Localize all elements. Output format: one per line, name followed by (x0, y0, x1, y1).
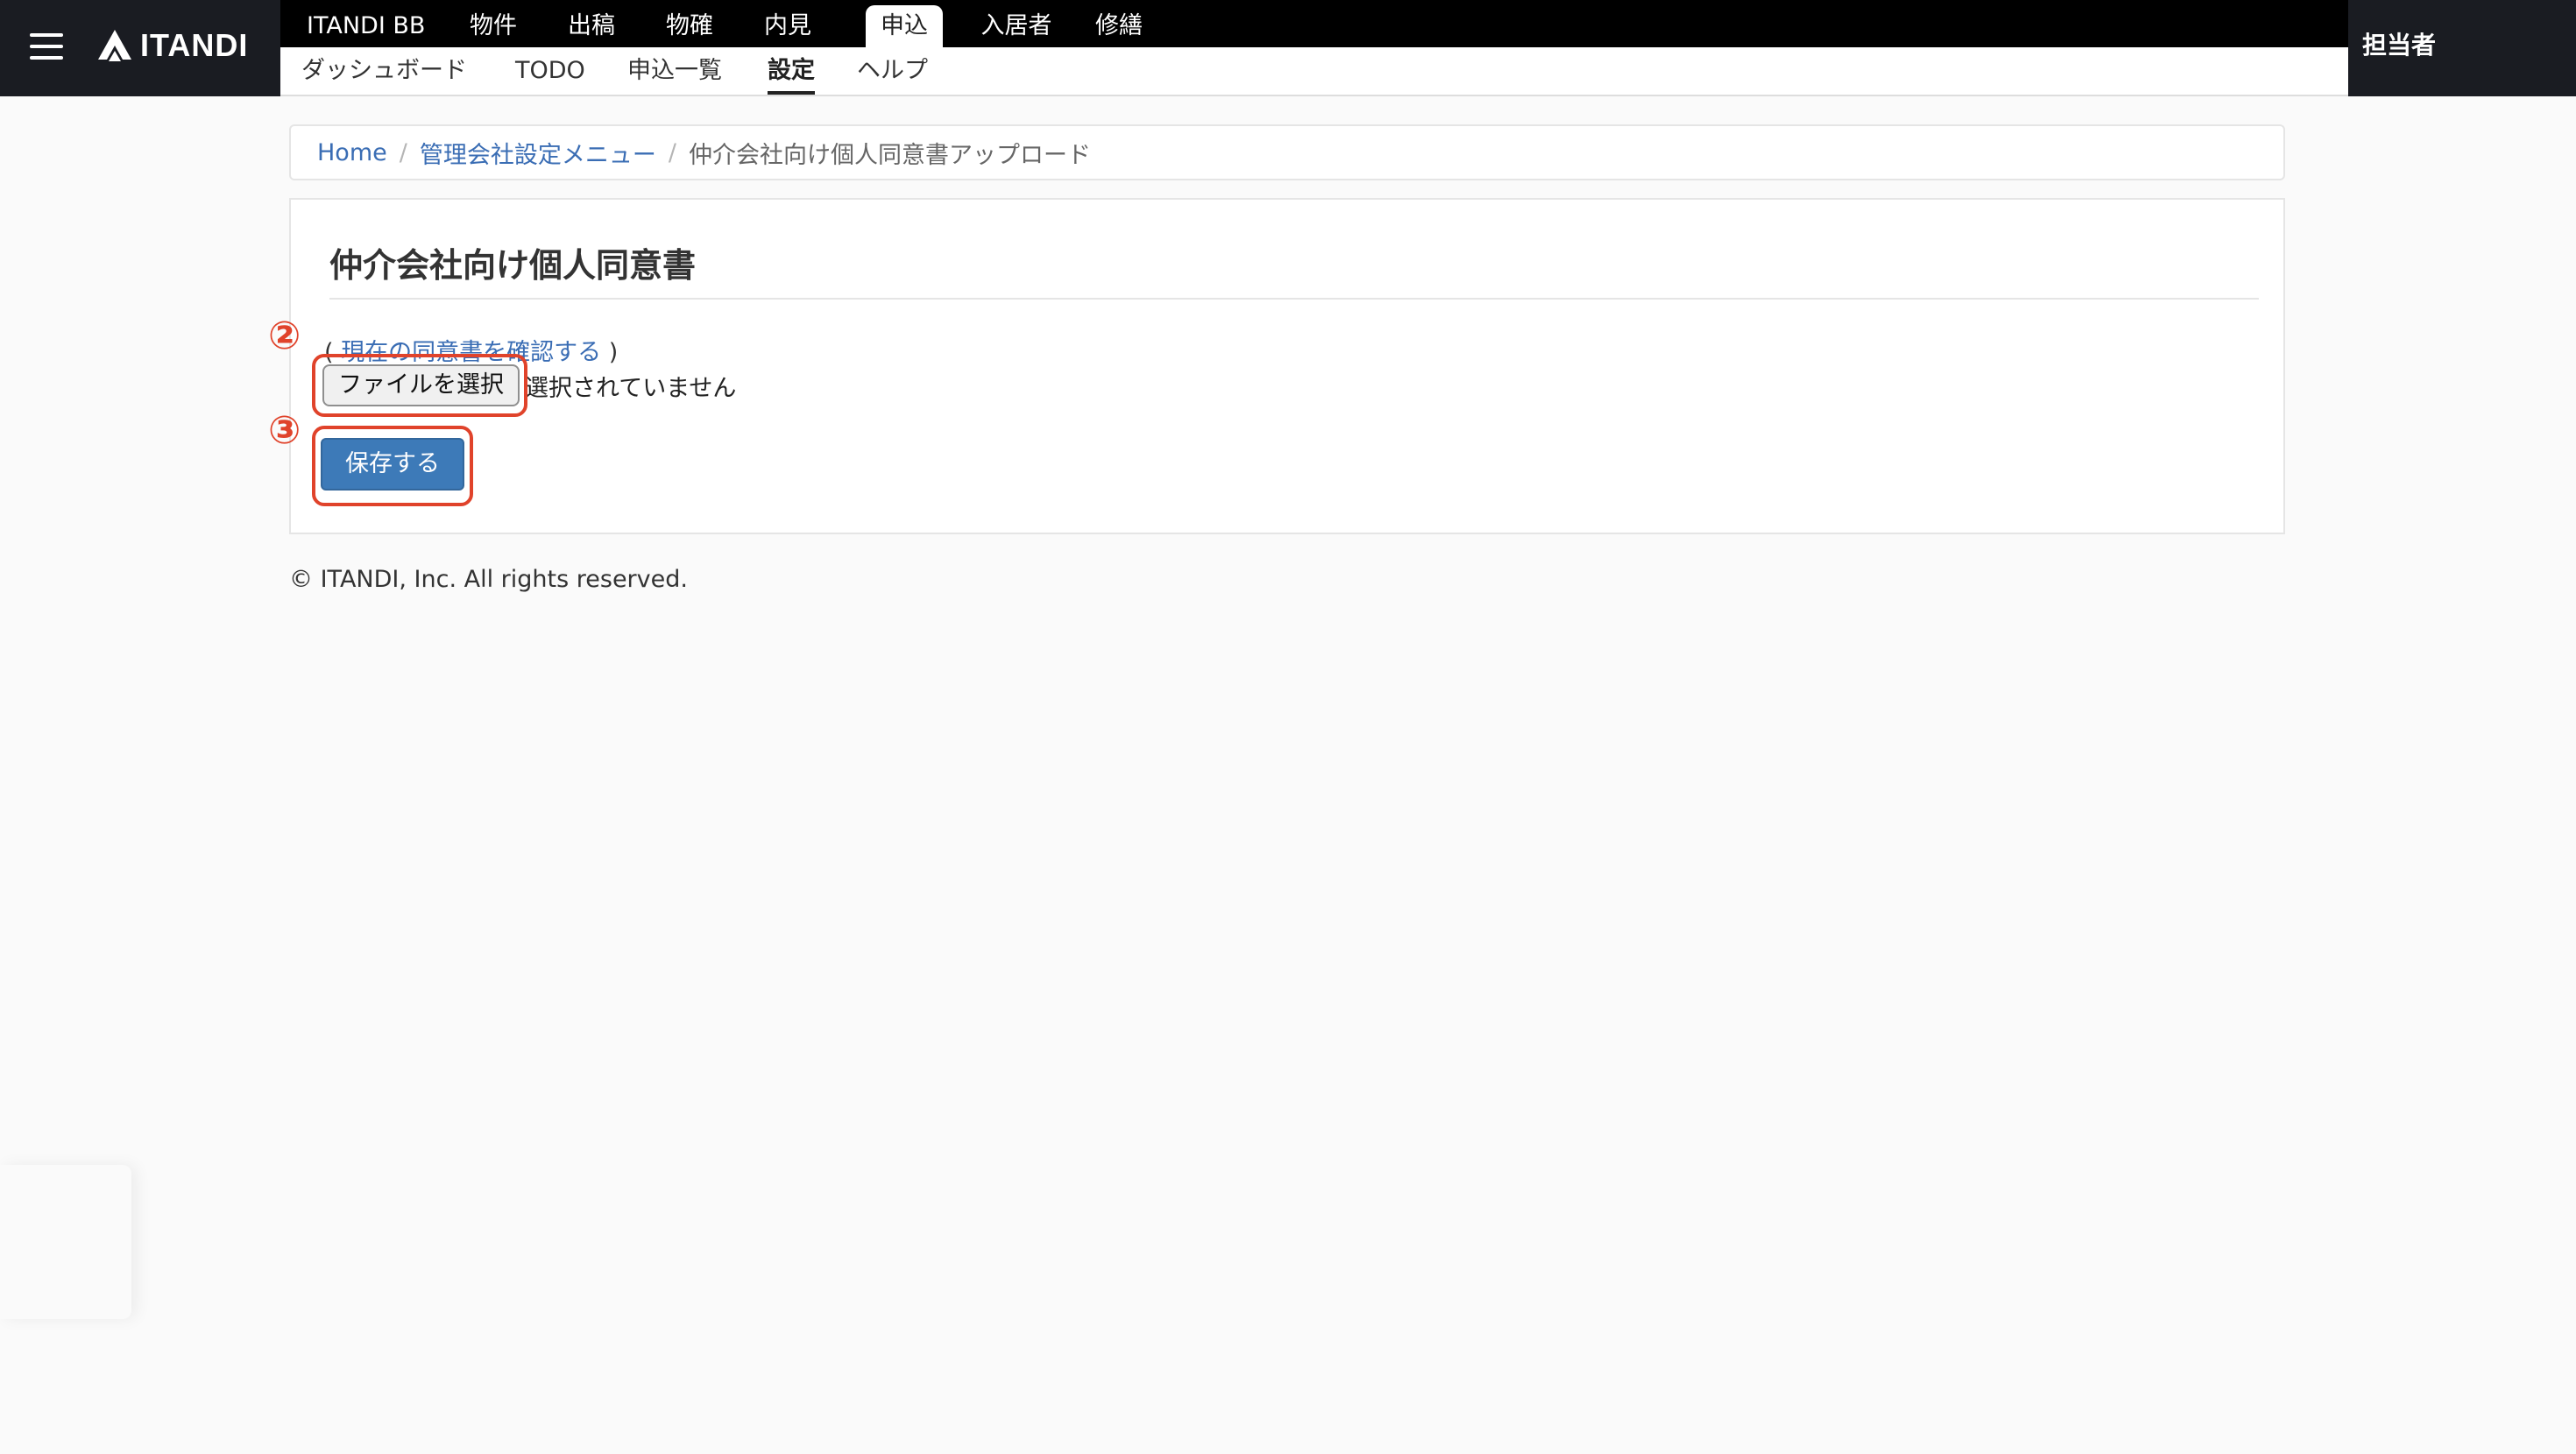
choose-file-button[interactable]: ファイルを選択 (322, 364, 520, 406)
subtab-todo[interactable]: TODO (515, 47, 585, 95)
annotation-step-2: ② (268, 314, 301, 358)
app-header: ITANDI ITANDI BB 物件 出稿 物確 内見 申込 入居者 修繕 ダ… (0, 0, 2576, 96)
subtab-settings[interactable]: 設定 (768, 47, 815, 95)
global-nav: ITANDI BB 物件 出稿 物確 内見 申込 入居者 修繕 ダッシュボード … (280, 0, 2348, 96)
itandi-logo[interactable]: ITANDI (96, 26, 248, 65)
breadcrumb-settings-menu[interactable]: 管理会社設定メニュー (420, 136, 656, 170)
breadcrumb-current: 仲介会社向け個人同意書アップロード (688, 141, 1091, 169)
tab-application[interactable]: 申込 (866, 5, 943, 47)
tab-repairs[interactable]: 修繕 (1090, 5, 1148, 47)
footer-copyright: © ITANDI, Inc. All rights reserved. (289, 566, 688, 593)
title-divider (329, 298, 2259, 300)
breadcrumb: Home / 管理会社設定メニュー / 仲介会社向け個人同意書アップロード (289, 124, 2285, 180)
breadcrumb-home[interactable]: Home (317, 139, 387, 166)
breadcrumb-separator: / (668, 138, 676, 166)
tab-itandi-bb[interactable]: ITANDI BB (307, 5, 425, 47)
subtab-dashboard[interactable]: ダッシュボード (301, 47, 467, 95)
brand-name: ITANDI (140, 27, 249, 63)
tab-viewing[interactable]: 内見 (759, 5, 817, 47)
tab-properties[interactable]: 物件 (464, 5, 522, 47)
itandi-logo-icon (98, 30, 131, 61)
consent-upload-panel: 仲介会社向け個人同意書 ( 現在の同意書を確認する ) ファイルを選択 選択され… (289, 198, 2285, 534)
annotation-step-3: ③ (268, 408, 301, 453)
breadcrumb-separator: / (399, 138, 407, 166)
subtab-application-list[interactable]: 申込一覧 (627, 47, 722, 95)
file-status: 選択されていません (525, 374, 737, 402)
save-button[interactable]: 保存する (321, 438, 464, 491)
file-input: ファイルを選択 選択されていません (322, 363, 736, 408)
top-tabs: ITANDI BB 物件 出稿 物確 内見 申込 入居者 修繕 (280, 0, 2348, 47)
sub-tabs: ダッシュボード TODO 申込一覧 設定 ヘルプ (280, 47, 2348, 96)
tab-property-check[interactable]: 物確 (661, 5, 718, 47)
tab-listing[interactable]: 出稿 (563, 5, 620, 47)
page-title: 仲介会社向け個人同意書 (329, 246, 697, 285)
tab-residents[interactable]: 入居者 (974, 5, 1058, 47)
subtab-help[interactable]: ヘルプ (857, 47, 928, 95)
side-widget (0, 1165, 131, 1319)
menu-icon[interactable] (30, 32, 68, 61)
user-menu[interactable]: 担当者 (2362, 26, 2436, 61)
